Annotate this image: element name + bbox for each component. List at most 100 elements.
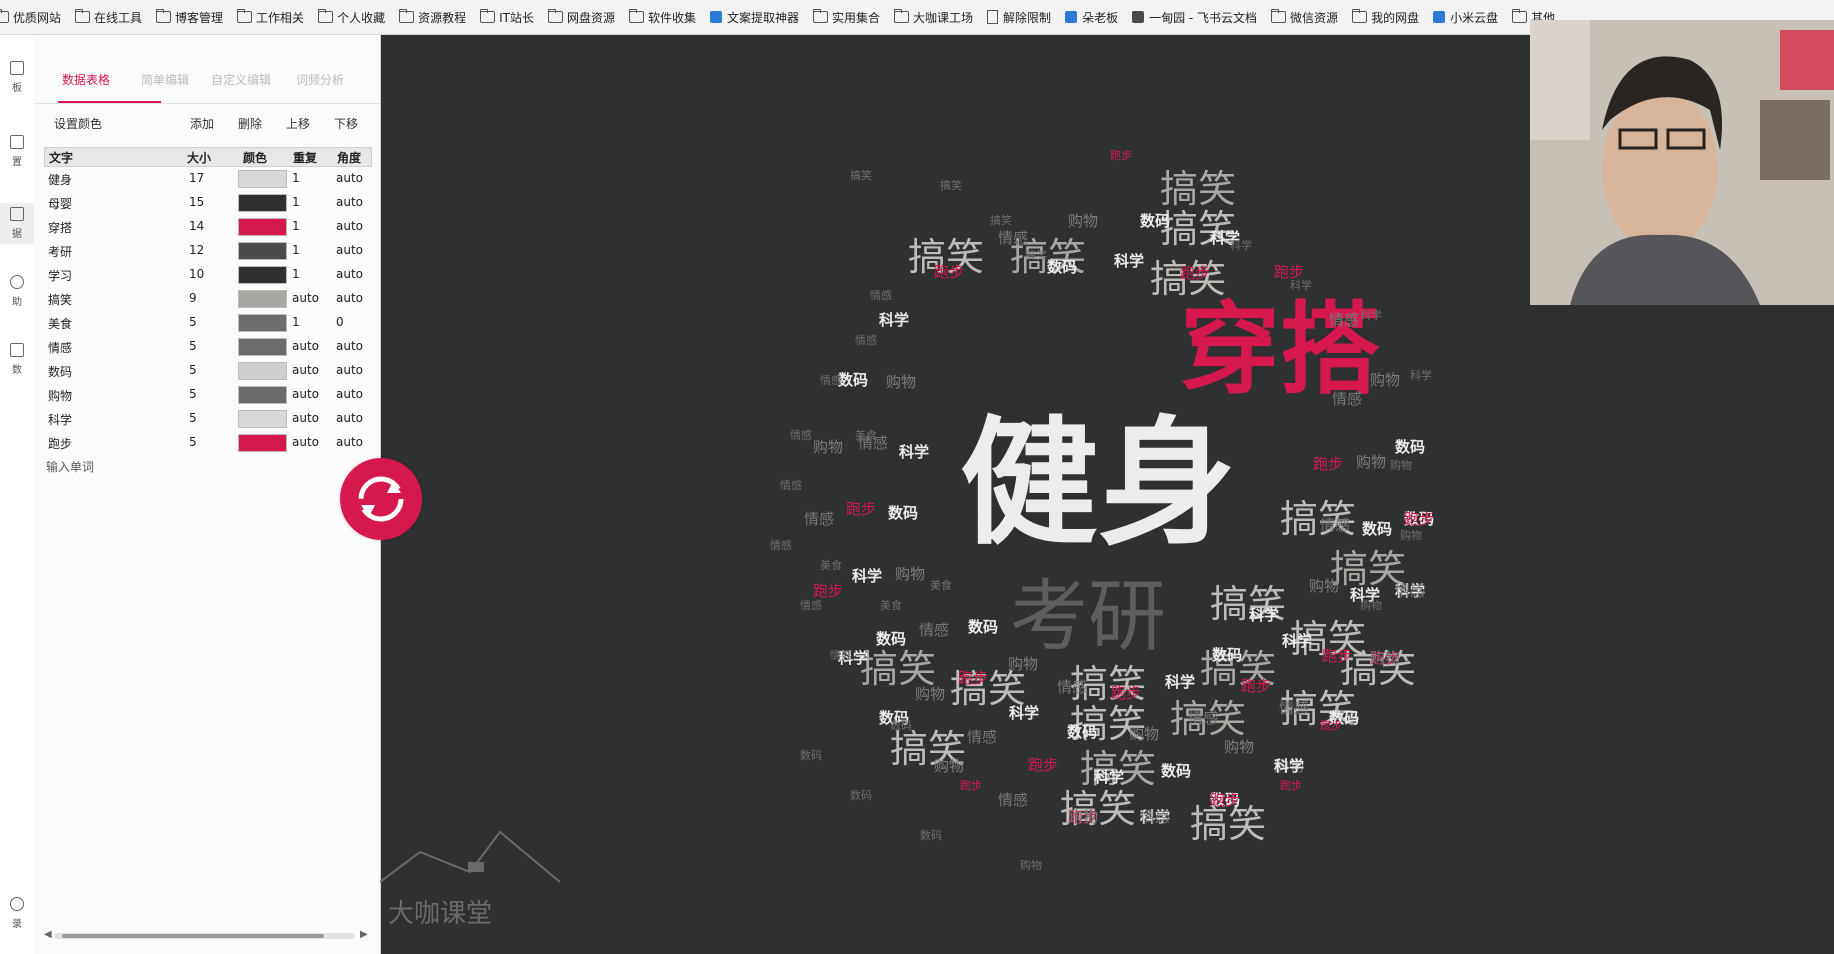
bookmark-item[interactable]: 在线工具: [75, 9, 142, 26]
cell-size[interactable]: 15: [189, 195, 204, 209]
color-swatch[interactable]: [238, 362, 287, 380]
cell-text[interactable]: 搞笑: [48, 291, 72, 308]
cell-angle[interactable]: auto: [336, 195, 363, 209]
table-row[interactable]: 母婴 15 1 auto: [44, 193, 370, 213]
cell-text[interactable]: 跑步: [48, 435, 72, 452]
table-row[interactable]: 美食 5 1 0: [44, 313, 370, 333]
cell-text[interactable]: 美食: [48, 315, 72, 332]
cell-text[interactable]: 学习: [48, 267, 72, 284]
strip-item-numbers[interactable]: 数: [0, 343, 34, 376]
bookmark-item[interactable]: 小米云盘: [1433, 9, 1498, 26]
bookmark-item[interactable]: 工作相关: [237, 9, 304, 26]
table-row[interactable]: 跑步 5 auto auto: [44, 433, 370, 453]
col-size[interactable]: 大小: [187, 149, 211, 166]
cell-repeat[interactable]: auto: [292, 411, 319, 425]
table-row[interactable]: 穿搭 14 1 auto: [44, 217, 370, 237]
cell-angle[interactable]: auto: [336, 435, 363, 449]
color-swatch[interactable]: [238, 242, 287, 260]
col-text[interactable]: 文字: [49, 149, 73, 166]
col-color[interactable]: 颜色: [243, 149, 267, 166]
cell-repeat[interactable]: 1: [292, 171, 300, 185]
color-swatch[interactable]: [238, 434, 287, 452]
move-up-button[interactable]: 上移: [286, 115, 310, 132]
cell-angle[interactable]: 0: [336, 315, 344, 329]
cell-repeat[interactable]: 1: [292, 315, 300, 329]
cell-text[interactable]: 购物: [48, 387, 72, 404]
cell-text[interactable]: 科学: [48, 411, 72, 428]
refresh-button[interactable]: [340, 458, 422, 540]
table-row[interactable]: 考研 12 1 auto: [44, 241, 370, 261]
tab-data-table[interactable]: 数据表格: [62, 71, 110, 88]
color-swatch[interactable]: [238, 410, 287, 428]
cell-text[interactable]: 数码: [48, 363, 72, 380]
bookmark-item[interactable]: 实用集合: [813, 9, 880, 26]
color-swatch[interactable]: [238, 290, 287, 308]
color-swatch[interactable]: [238, 170, 287, 188]
cell-text[interactable]: 考研: [48, 243, 72, 260]
table-row[interactable]: 情感 5 auto auto: [44, 337, 370, 357]
color-swatch[interactable]: [238, 314, 287, 332]
delete-button[interactable]: 删除: [238, 115, 262, 132]
cell-size[interactable]: 10: [189, 267, 204, 281]
strip-item-board[interactable]: 板: [0, 61, 34, 94]
strip-item-login[interactable]: 录: [0, 897, 34, 930]
cell-size[interactable]: 5: [189, 387, 197, 401]
cell-size[interactable]: 5: [189, 363, 197, 377]
color-swatch[interactable]: [238, 218, 287, 236]
bookmark-item[interactable]: 朵老板: [1065, 9, 1118, 26]
cell-text[interactable]: 健身: [48, 171, 72, 188]
table-row[interactable]: 数码 5 auto auto: [44, 361, 370, 381]
strip-item-help[interactable]: 助: [0, 275, 34, 308]
tab-word-frequency[interactable]: 词频分析: [296, 71, 344, 88]
cell-text[interactable]: 母婴: [48, 195, 72, 212]
cell-repeat[interactable]: 1: [292, 243, 300, 257]
cell-angle[interactable]: auto: [336, 243, 363, 257]
bookmark-item[interactable]: 优质网站: [0, 9, 61, 26]
cell-repeat[interactable]: 1: [292, 195, 300, 209]
table-row[interactable]: 学习 10 1 auto: [44, 265, 370, 285]
cell-angle[interactable]: auto: [336, 267, 363, 281]
bookmark-item[interactable]: 资源教程: [399, 9, 466, 26]
cell-size[interactable]: 5: [189, 339, 197, 353]
horizontal-scrollbar[interactable]: [54, 933, 354, 939]
tab-custom-edit[interactable]: 自定义编辑: [211, 71, 271, 88]
color-swatch[interactable]: [238, 194, 287, 212]
bookmark-item[interactable]: 文案提取神器: [710, 9, 799, 26]
tab-simple-edit[interactable]: 简单编辑: [141, 71, 189, 88]
bookmark-item[interactable]: 博客管理: [156, 9, 223, 26]
cell-size[interactable]: 5: [189, 411, 197, 425]
color-swatch[interactable]: [238, 266, 287, 284]
scroll-right-icon[interactable]: ▶: [360, 929, 368, 940]
cell-repeat[interactable]: auto: [292, 363, 319, 377]
cell-repeat[interactable]: 1: [292, 219, 300, 233]
col-angle[interactable]: 角度: [337, 149, 361, 166]
cell-text[interactable]: 情感: [48, 339, 72, 356]
strip-item-settings[interactable]: 置: [0, 135, 34, 168]
scroll-left-icon[interactable]: ◀: [44, 929, 52, 940]
table-row[interactable]: 科学 5 auto auto: [44, 409, 370, 429]
cell-angle[interactable]: auto: [336, 219, 363, 233]
cell-repeat[interactable]: auto: [292, 291, 319, 305]
add-button[interactable]: 添加: [190, 115, 214, 132]
bookmark-item[interactable]: 软件收集: [628, 9, 696, 26]
cell-size[interactable]: 5: [189, 315, 197, 329]
cell-repeat[interactable]: 1: [292, 267, 300, 281]
cell-repeat[interactable]: auto: [292, 435, 319, 449]
bookmark-item[interactable]: 一甸园 - 飞书云文档: [1132, 9, 1257, 26]
cell-size[interactable]: 14: [189, 219, 204, 233]
scrollbar-thumb[interactable]: [62, 934, 324, 938]
table-row[interactable]: 健身 17 1 auto: [44, 169, 370, 189]
cell-angle[interactable]: auto: [336, 363, 363, 377]
bookmark-item[interactable]: 网盘资源: [547, 9, 615, 26]
cell-angle[interactable]: auto: [336, 411, 363, 425]
table-row[interactable]: 搞笑 9 auto auto: [44, 289, 370, 309]
cell-angle[interactable]: auto: [336, 291, 363, 305]
cell-size[interactable]: 17: [189, 171, 204, 185]
bookmark-item[interactable]: 微信资源: [1271, 9, 1338, 26]
color-swatch[interactable]: [238, 386, 287, 404]
cell-size[interactable]: 5: [189, 435, 197, 449]
cell-angle[interactable]: auto: [336, 171, 363, 185]
strip-item-data[interactable]: 据: [0, 203, 34, 244]
set-color-button[interactable]: 设置颜色: [54, 115, 102, 132]
cell-angle[interactable]: auto: [336, 387, 363, 401]
